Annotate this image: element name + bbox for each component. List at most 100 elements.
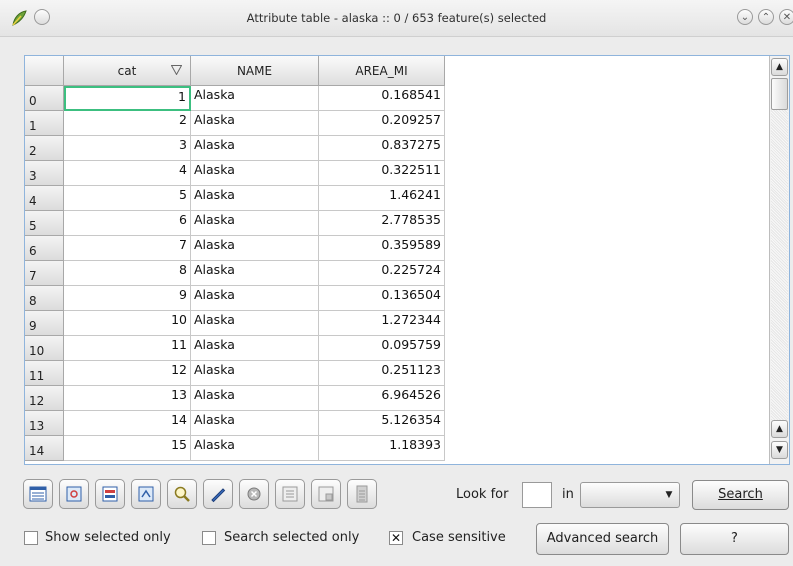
calculator-button[interactable] (347, 479, 377, 509)
scroll-up-arrow-icon[interactable]: ▲ (771, 420, 788, 438)
scroll-up-arrow-icon[interactable]: ▲ (771, 58, 788, 76)
row-number-header[interactable]: 6 (25, 236, 64, 261)
cell-area-mi[interactable]: 6.964526 (319, 386, 445, 411)
case-sensitive-checkbox[interactable]: ✕ (389, 531, 403, 545)
cell-name[interactable]: Alaska (191, 86, 319, 111)
table-row[interactable]: 2 3 Alaska 0.837275 (25, 136, 769, 161)
cell-cat[interactable]: 3 (64, 136, 191, 161)
cell-name[interactable]: Alaska (191, 136, 319, 161)
row-number-header[interactable]: 8 (25, 286, 64, 311)
cell-cat[interactable]: 10 (64, 311, 191, 336)
cell-cat[interactable]: 7 (64, 236, 191, 261)
search-button[interactable] (167, 479, 197, 509)
table-row[interactable]: 5 6 Alaska 2.778535 (25, 211, 769, 236)
row-number-header[interactable]: 11 (25, 361, 64, 386)
cell-cat[interactable]: 1 (64, 86, 191, 111)
cell-name[interactable]: Alaska (191, 336, 319, 361)
close-icon[interactable]: ✕ (779, 9, 793, 25)
cell-cat[interactable]: 9 (64, 286, 191, 311)
table-row[interactable]: 3 4 Alaska 0.322511 (25, 161, 769, 186)
new-column-button[interactable] (275, 479, 305, 509)
search-selected-only-checkbox[interactable] (202, 531, 216, 545)
table-row[interactable]: 6 7 Alaska 0.359589 (25, 236, 769, 261)
cell-area-mi[interactable]: 1.46241 (319, 186, 445, 211)
cell-cat[interactable]: 11 (64, 336, 191, 361)
row-number-header[interactable]: 3 (25, 161, 64, 186)
minimize-icon[interactable]: ⌄ (737, 9, 753, 25)
row-number-header[interactable]: 4 (25, 186, 64, 211)
cell-name[interactable]: Alaska (191, 211, 319, 236)
cell-area-mi[interactable]: 0.251123 (319, 361, 445, 386)
scroll-down-arrow-icon[interactable]: ▼ (771, 441, 788, 459)
row-number-header[interactable]: 9 (25, 311, 64, 336)
row-number-header[interactable]: 7 (25, 261, 64, 286)
table-row[interactable]: 11 12 Alaska 0.251123 (25, 361, 769, 386)
table-row[interactable]: 14 15 Alaska 1.18393 (25, 436, 769, 461)
edit-button[interactable] (203, 479, 233, 509)
cell-area-mi[interactable]: 0.322511 (319, 161, 445, 186)
column-header-area-mi[interactable]: AREA_MI (319, 56, 445, 86)
field-select[interactable]: ▼ (580, 482, 680, 508)
row-number-header[interactable]: 1 (25, 111, 64, 136)
cell-cat[interactable]: 8 (64, 261, 191, 286)
cell-area-mi[interactable]: 0.209257 (319, 111, 445, 136)
cell-area-mi[interactable]: 0.095759 (319, 336, 445, 361)
cell-cat[interactable]: 5 (64, 186, 191, 211)
table-row[interactable]: 7 8 Alaska 0.225724 (25, 261, 769, 286)
invert-selection-button[interactable] (95, 479, 125, 509)
move-to-top-button[interactable] (131, 479, 161, 509)
cell-cat[interactable]: 4 (64, 161, 191, 186)
cell-area-mi[interactable]: 1.18393 (319, 436, 445, 461)
zoom-to-selection-button[interactable] (59, 479, 89, 509)
row-number-header[interactable]: 10 (25, 336, 64, 361)
cell-area-mi[interactable]: 0.168541 (319, 86, 445, 111)
search-submit-button[interactable]: Search (692, 480, 789, 510)
show-selected-only-checkbox[interactable] (24, 531, 38, 545)
cell-cat[interactable]: 12 (64, 361, 191, 386)
cell-area-mi[interactable]: 0.136504 (319, 286, 445, 311)
cell-area-mi[interactable]: 0.225724 (319, 261, 445, 286)
help-button[interactable]: ? (680, 523, 789, 555)
cell-name[interactable]: Alaska (191, 286, 319, 311)
advanced-search-button[interactable]: Advanced search (536, 523, 669, 555)
cell-cat[interactable]: 14 (64, 411, 191, 436)
table-view-button[interactable] (23, 479, 53, 509)
scrollbar-track[interactable] (771, 78, 788, 428)
column-header-cat[interactable]: cat (64, 56, 191, 86)
row-number-header[interactable]: 12 (25, 386, 64, 411)
cell-name[interactable]: Alaska (191, 386, 319, 411)
attribute-table[interactable]: cat NAME AREA_MI 0 1 Alaska 0.168541 1 2 Alask… (24, 55, 790, 465)
row-number-header[interactable]: 13 (25, 411, 64, 436)
table-row[interactable]: 13 14 Alaska 5.126354 (25, 411, 769, 436)
cell-cat[interactable]: 13 (64, 386, 191, 411)
cell-name[interactable]: Alaska (191, 411, 319, 436)
cell-name[interactable]: Alaska (191, 311, 319, 336)
scrollbar-thumb[interactable] (771, 78, 788, 110)
cell-area-mi[interactable]: 0.837275 (319, 136, 445, 161)
cell-area-mi[interactable]: 0.359589 (319, 236, 445, 261)
row-number-header[interactable]: 14 (25, 436, 64, 461)
cell-cat[interactable]: 15 (64, 436, 191, 461)
cell-cat[interactable]: 2 (64, 111, 191, 136)
cell-area-mi[interactable]: 2.778535 (319, 211, 445, 236)
cell-name[interactable]: Alaska (191, 261, 319, 286)
row-number-header[interactable]: 0 (25, 86, 64, 111)
look-for-input[interactable] (522, 482, 552, 508)
corner-header[interactable] (25, 56, 64, 86)
table-row[interactable]: 1 2 Alaska 0.209257 (25, 111, 769, 136)
cell-name[interactable]: Alaska (191, 111, 319, 136)
cell-name[interactable]: Alaska (191, 161, 319, 186)
cell-area-mi[interactable]: 1.272344 (319, 311, 445, 336)
table-row[interactable]: 4 5 Alaska 1.46241 (25, 186, 769, 211)
cell-area-mi[interactable]: 5.126354 (319, 411, 445, 436)
row-number-header[interactable]: 5 (25, 211, 64, 236)
cell-name[interactable]: Alaska (191, 236, 319, 261)
cell-name[interactable]: Alaska (191, 436, 319, 461)
column-header-name[interactable]: NAME (191, 56, 319, 86)
table-row[interactable]: 12 13 Alaska 6.964526 (25, 386, 769, 411)
table-row[interactable]: 8 9 Alaska 0.136504 (25, 286, 769, 311)
delete-button[interactable] (239, 479, 269, 509)
maximize-icon[interactable]: ⌃ (758, 9, 774, 25)
table-row[interactable]: 9 10 Alaska 1.272344 (25, 311, 769, 336)
cell-name[interactable]: Alaska (191, 361, 319, 386)
